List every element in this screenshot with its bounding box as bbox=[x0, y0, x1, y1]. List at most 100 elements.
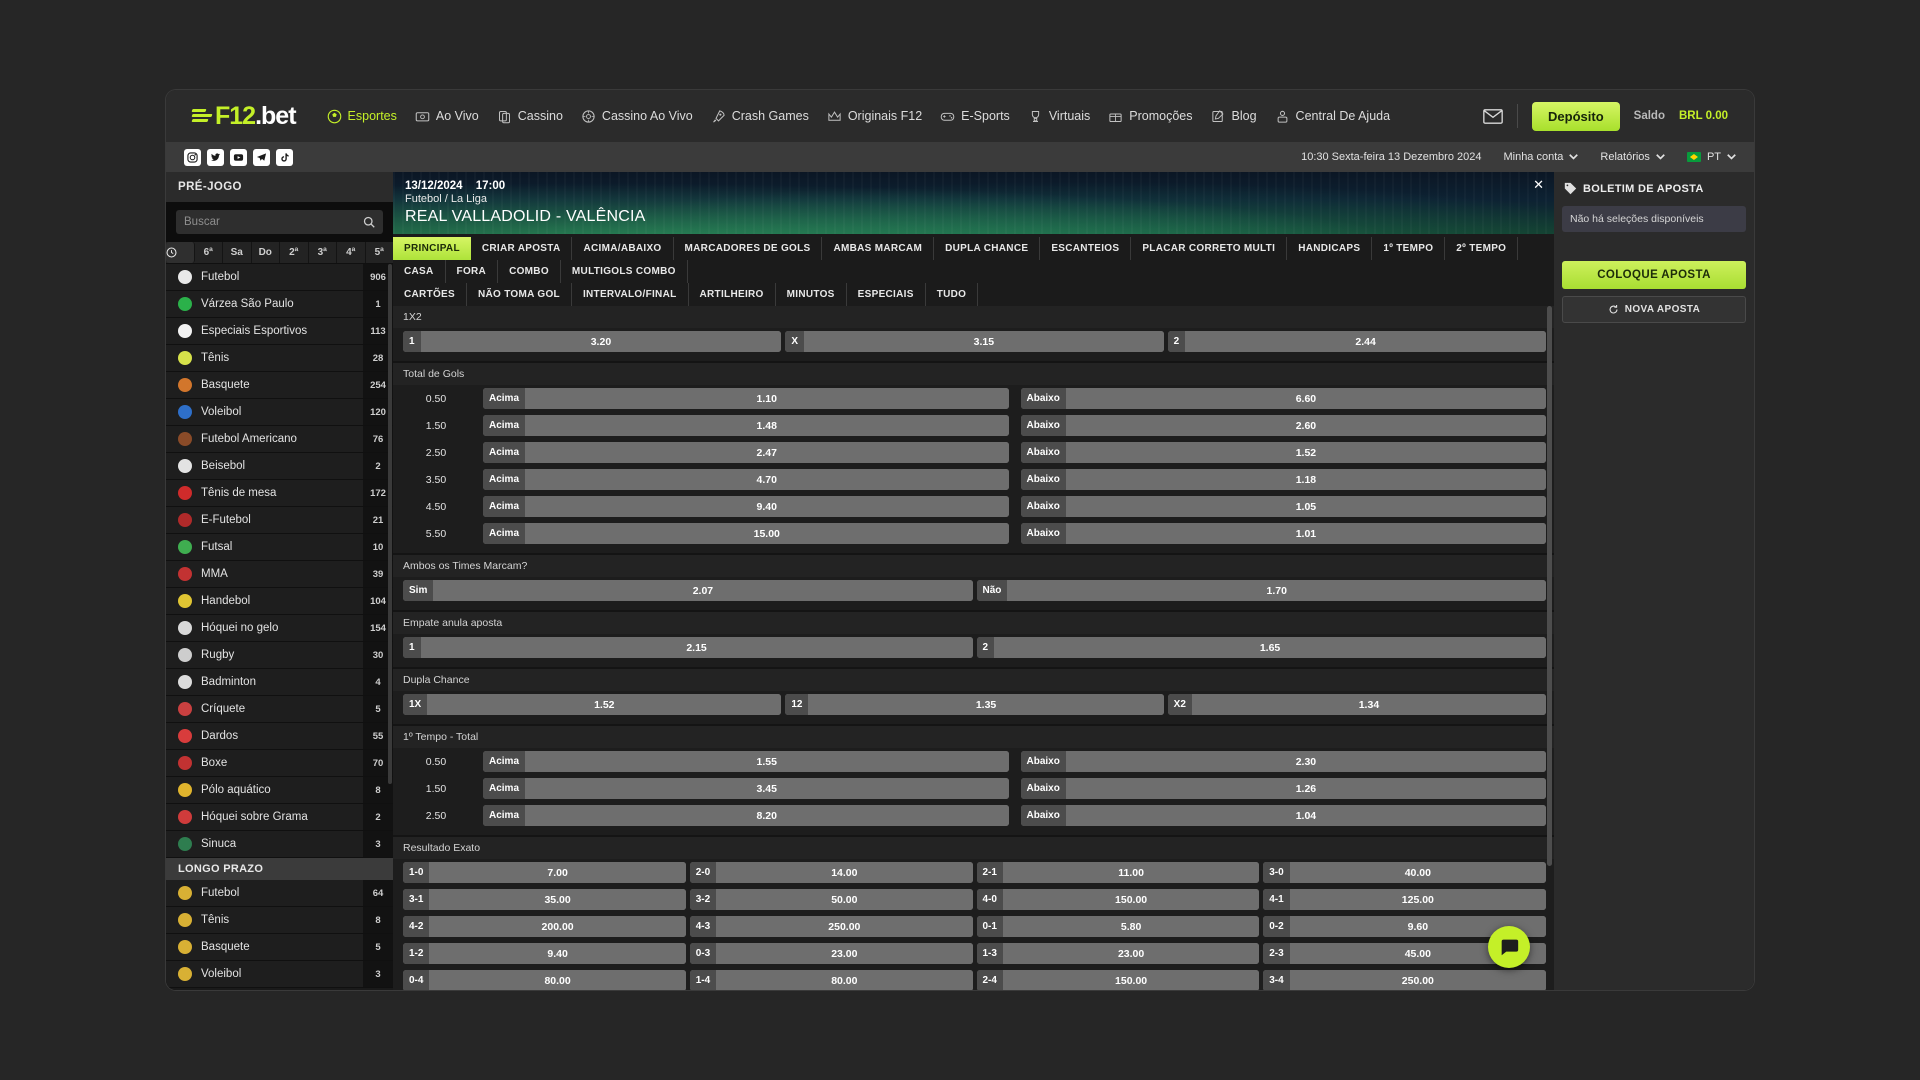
selection-button-score[interactable]: 2-1 11.00 bbox=[976, 862, 1260, 883]
sidebar-scrollbar[interactable] bbox=[388, 264, 392, 784]
selection-button-score[interactable]: 1-2 9.40 bbox=[403, 943, 686, 964]
sidebar-item-boxe-18[interactable]: Boxe 70 bbox=[166, 750, 393, 777]
sidebar-item-futebol-0[interactable]: Futebol 906 bbox=[166, 264, 393, 291]
selection-button-over[interactable]: Acima 1.48 bbox=[483, 415, 1009, 436]
selection-button-score[interactable]: 1-0 7.00 bbox=[403, 862, 686, 883]
youtube-icon[interactable] bbox=[230, 148, 247, 166]
tiktok-icon[interactable] bbox=[276, 148, 293, 166]
selection-button-score[interactable]: 2-0 14.00 bbox=[689, 862, 973, 883]
selection-button[interactable]: X2 1.34 bbox=[1167, 694, 1546, 715]
sidebar-item-futebol-americano-6[interactable]: Futebol Americano 76 bbox=[166, 426, 393, 453]
nav-item-esportes[interactable]: Esportes bbox=[318, 90, 406, 142]
sidebar-item-badminton-15[interactable]: Badminton 4 bbox=[166, 669, 393, 696]
tab-principal[interactable]: PRINCIPAL bbox=[393, 237, 471, 260]
selection-button-under[interactable]: Abaixo 1.18 bbox=[1020, 469, 1546, 490]
selection-button[interactable]: 2 1.65 bbox=[976, 637, 1546, 658]
sidebar-item-mma-11[interactable]: MMA 39 bbox=[166, 561, 393, 588]
selection-button-score[interactable]: 4-2 200.00 bbox=[403, 916, 686, 937]
selection-button-score[interactable]: 4-0 150.00 bbox=[976, 889, 1260, 910]
selection-button-score[interactable]: 1-3 23.00 bbox=[976, 943, 1260, 964]
search-input[interactable] bbox=[184, 216, 363, 228]
sidebar-item-t-nis-de-mesa-8[interactable]: Tênis de mesa 172 bbox=[166, 480, 393, 507]
nav-item-ao-vivo[interactable]: Ao Vivo bbox=[406, 90, 488, 142]
selection-button-score[interactable]: 0-3 23.00 bbox=[689, 943, 973, 964]
nav-item-promocoes[interactable]: Promoções bbox=[1099, 90, 1201, 142]
selection-button-under[interactable]: Abaixo 1.05 bbox=[1020, 496, 1546, 517]
twitter-icon[interactable] bbox=[207, 148, 224, 166]
envelope-icon[interactable] bbox=[1483, 108, 1503, 124]
sidebar-item-e-futebol-9[interactable]: E-Futebol 21 bbox=[166, 507, 393, 534]
tab-combo[interactable]: COMBO bbox=[498, 260, 561, 283]
sidebar-item-lp-futebol[interactable]: Futebol 64 bbox=[166, 880, 393, 907]
selection-button-score[interactable]: 0-4 80.00 bbox=[403, 970, 686, 990]
selection-button-under[interactable]: Abaixo 1.01 bbox=[1020, 523, 1546, 544]
close-icon[interactable]: ✕ bbox=[1533, 178, 1544, 191]
sidebar-item-handebol-12[interactable]: Handebol 104 bbox=[166, 588, 393, 615]
sidebar-item-sinuca-21[interactable]: Sinuca 3 bbox=[166, 831, 393, 858]
markets-scrollbar[interactable] bbox=[1547, 306, 1552, 866]
selection-button-over[interactable]: Acima 4.70 bbox=[483, 469, 1009, 490]
selection-button[interactable]: Sim 2.07 bbox=[403, 580, 973, 601]
selection-button[interactable]: 1 3.20 bbox=[403, 331, 782, 352]
reports-dropdown[interactable]: Relatórios bbox=[1600, 151, 1665, 163]
tab-casa[interactable]: CASA bbox=[393, 260, 446, 283]
nav-item-central-de-ajuda[interactable]: Central De Ajuda bbox=[1266, 90, 1400, 142]
selection-button-score[interactable]: 3-1 35.00 bbox=[403, 889, 686, 910]
nav-item-virtuais[interactable]: Virtuais bbox=[1019, 90, 1099, 142]
selection-button-under[interactable]: Abaixo 1.04 bbox=[1020, 805, 1546, 826]
language-selector[interactable]: PT bbox=[1686, 151, 1736, 163]
selection-button-score[interactable]: 1-4 80.00 bbox=[689, 970, 973, 990]
sidebar-item-especiais-esportivos-2[interactable]: Especiais Esportivos 113 bbox=[166, 318, 393, 345]
sidebar-item-futsal-10[interactable]: Futsal 10 bbox=[166, 534, 393, 561]
tab-ambas-marcam[interactable]: AMBAS MARCAM bbox=[822, 237, 935, 260]
sidebar-item-h-quei-sobre-grama-20[interactable]: Hóquei sobre Grama 2 bbox=[166, 804, 393, 831]
sidebar-item-h-quei-no-gelo-13[interactable]: Hóquei no gelo 154 bbox=[166, 615, 393, 642]
sidebar-item-v-rzea-s-o-paulo-1[interactable]: Várzea São Paulo 1 bbox=[166, 291, 393, 318]
day-filter-5[interactable]: 3ª bbox=[309, 242, 337, 263]
search-box[interactable] bbox=[176, 210, 383, 234]
selection-button-score[interactable]: 4-1 125.00 bbox=[1263, 889, 1546, 910]
magnifier-icon[interactable] bbox=[363, 216, 375, 228]
tab-placar-correto-multi[interactable]: PLACAR CORRETO MULTI bbox=[1131, 237, 1288, 260]
selection-button-over[interactable]: Acima 1.55 bbox=[483, 751, 1009, 772]
tab-cart-es[interactable]: CARTÕES bbox=[393, 283, 467, 306]
selection-button[interactable]: 1X 1.52 bbox=[403, 694, 782, 715]
selection-button[interactable]: X 3.15 bbox=[785, 331, 1164, 352]
tab-acima-abaixo[interactable]: ACIMA/ABAIXO bbox=[572, 237, 674, 260]
sidebar-item-dardos-17[interactable]: Dardos 55 bbox=[166, 723, 393, 750]
day-filter-7[interactable]: 5ª bbox=[366, 242, 394, 263]
deposit-button[interactable]: Depósito bbox=[1532, 101, 1620, 131]
day-filter-3[interactable]: Do bbox=[252, 242, 280, 263]
selection-button-score[interactable]: 3-4 250.00 bbox=[1263, 970, 1546, 990]
selection-button-over[interactable]: Acima 15.00 bbox=[483, 523, 1009, 544]
tab-multigols-combo[interactable]: MULTIGOLS COMBO bbox=[561, 260, 688, 283]
sidebar-item-voleibol-5[interactable]: Voleibol 120 bbox=[166, 399, 393, 426]
selection-button-over[interactable]: Acima 8.20 bbox=[483, 805, 1009, 826]
nav-item-e-sports[interactable]: E-Sports bbox=[931, 90, 1019, 142]
tab-n-o-toma-gol[interactable]: NÃO TOMA GOL bbox=[467, 283, 572, 306]
selection-button[interactable]: 12 1.35 bbox=[785, 694, 1164, 715]
nav-item-cassino-ao-vivo[interactable]: Cassino Ao Vivo bbox=[572, 90, 702, 142]
tab-2-tempo[interactable]: 2º TEMPO bbox=[1445, 237, 1519, 260]
sidebar-item-lp-t-nis[interactable]: Tênis 8 bbox=[166, 907, 393, 934]
selection-button-under[interactable]: Abaixo 1.26 bbox=[1020, 778, 1546, 799]
selection-button-under[interactable]: Abaixo 2.60 bbox=[1020, 415, 1546, 436]
tab-artilheiro[interactable]: ARTILHEIRO bbox=[689, 283, 776, 306]
new-bet-button[interactable]: NOVA APOSTA bbox=[1562, 296, 1746, 323]
telegram-icon[interactable] bbox=[253, 148, 270, 166]
tab-criar-aposta[interactable]: CRIAR APOSTA bbox=[471, 237, 573, 260]
selection-button-score[interactable]: 3-2 50.00 bbox=[689, 889, 973, 910]
day-filter-now[interactable] bbox=[166, 242, 195, 263]
nav-item-crash-games[interactable]: Crash Games bbox=[702, 90, 818, 142]
tab-fora[interactable]: FORA bbox=[446, 260, 499, 283]
selection-button-score[interactable]: 3-0 40.00 bbox=[1263, 862, 1546, 883]
tab-intervalo-final[interactable]: INTERVALO/FINAL bbox=[572, 283, 689, 306]
day-filter-4[interactable]: 2ª bbox=[280, 242, 309, 263]
tab-marcadores-de-gols[interactable]: MARCADORES DE GOLS bbox=[674, 237, 823, 260]
nav-item-cassino[interactable]: Cassino bbox=[488, 90, 572, 142]
day-filter-1[interactable]: 6ª bbox=[195, 242, 223, 263]
selection-button-score[interactable]: 0-1 5.80 bbox=[976, 916, 1260, 937]
day-filter-2[interactable]: Sa bbox=[223, 242, 252, 263]
selection-button[interactable]: Não 1.70 bbox=[976, 580, 1546, 601]
my-account-dropdown[interactable]: Minha conta bbox=[1503, 151, 1579, 163]
